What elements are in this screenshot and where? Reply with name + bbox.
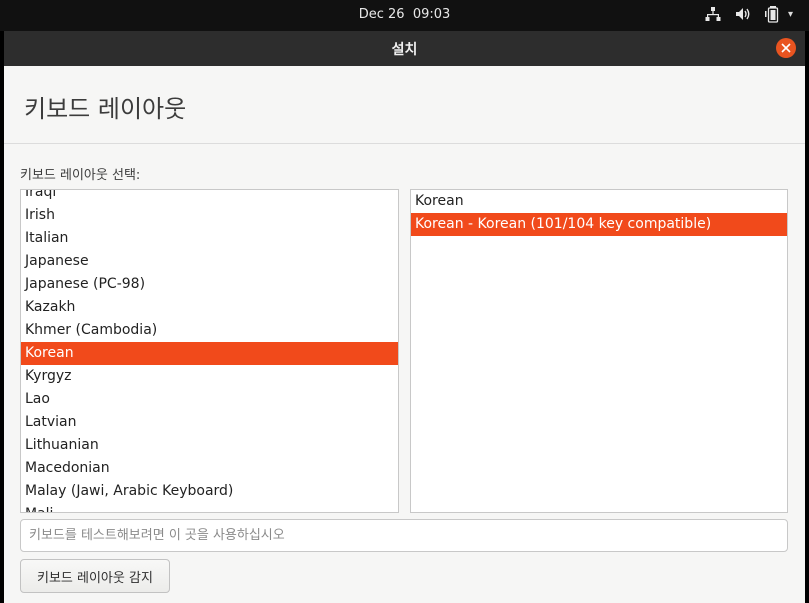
title-divider	[4, 143, 805, 144]
layout-list-item[interactable]: Kyrgyz	[21, 365, 398, 388]
clock-time: 09:03	[412, 7, 451, 22]
top-panel: Dec 26 09:03 ▾	[0, 0, 809, 31]
layout-list-item[interactable]: Italian	[21, 227, 398, 250]
layout-list-item[interactable]: Korean	[21, 342, 398, 365]
layout-list-item[interactable]: Latvian	[21, 411, 398, 434]
layout-list-item[interactable]: Khmer (Cambodia)	[21, 319, 398, 342]
clock-date: Dec 26	[358, 7, 405, 22]
variant-list-items: Korean Korean - Korean (101/104 key compa…	[411, 190, 787, 236]
variant-list-item[interactable]: Korean	[411, 190, 787, 213]
layout-select-label: 키보드 레이아웃 선택:	[20, 168, 141, 183]
window-headerbar: 설치	[4, 31, 805, 66]
battery-icon	[764, 6, 779, 23]
desktop-screen: Dec 26 09:03 ▾ 설치 키보드 레이아웃 키보드 레이아웃 선택: …	[0, 0, 809, 603]
detect-layout-button[interactable]: 키보드 레이아웃 감지	[20, 559, 170, 593]
close-button[interactable]	[776, 38, 796, 58]
layout-list-item[interactable]: Irish	[21, 204, 398, 227]
close-icon	[781, 43, 791, 53]
layout-list-item[interactable]: Lao	[21, 388, 398, 411]
layout-list-items: Iraqi Irish Italian Japanese Japanese (PC-98…	[21, 190, 398, 512]
layout-list-item[interactable]: Japanese (PC-98)	[21, 273, 398, 296]
system-menu-caret-icon: ▾	[787, 8, 793, 20]
layout-list-item[interactable]: Kazakh	[21, 296, 398, 319]
layout-list-item[interactable]: Japanese	[21, 250, 398, 273]
variant-list[interactable]: Korean Korean - Korean (101/104 key compa…	[410, 189, 788, 513]
system-tray[interactable]: ▾	[704, 5, 793, 23]
network-icon	[705, 7, 721, 21]
layout-list-item[interactable]: Mali	[21, 503, 398, 512]
keyboard-test-input[interactable]	[20, 519, 788, 552]
page-title: 키보드 레이아웃	[24, 95, 187, 123]
layout-list-item[interactable]: Iraqi	[21, 190, 398, 204]
layout-list-item[interactable]: Macedonian	[21, 457, 398, 480]
variant-list-item[interactable]: Korean - Korean (101/104 key compatible)	[411, 213, 787, 236]
installer-window: 설치 키보드 레이아웃 키보드 레이아웃 선택: Iraqi Irish Itali…	[4, 31, 805, 603]
layout-list-item[interactable]: Lithuanian	[21, 434, 398, 457]
layout-list[interactable]: Iraqi Irish Italian Japanese Japanese (PC-98…	[20, 189, 399, 513]
clock[interactable]: Dec 26 09:03	[0, 7, 809, 22]
volume-icon	[735, 8, 750, 20]
layout-list-item[interactable]: Malay (Jawi, Arabic Keyboard)	[21, 480, 398, 503]
window-title: 설치	[391, 42, 418, 58]
